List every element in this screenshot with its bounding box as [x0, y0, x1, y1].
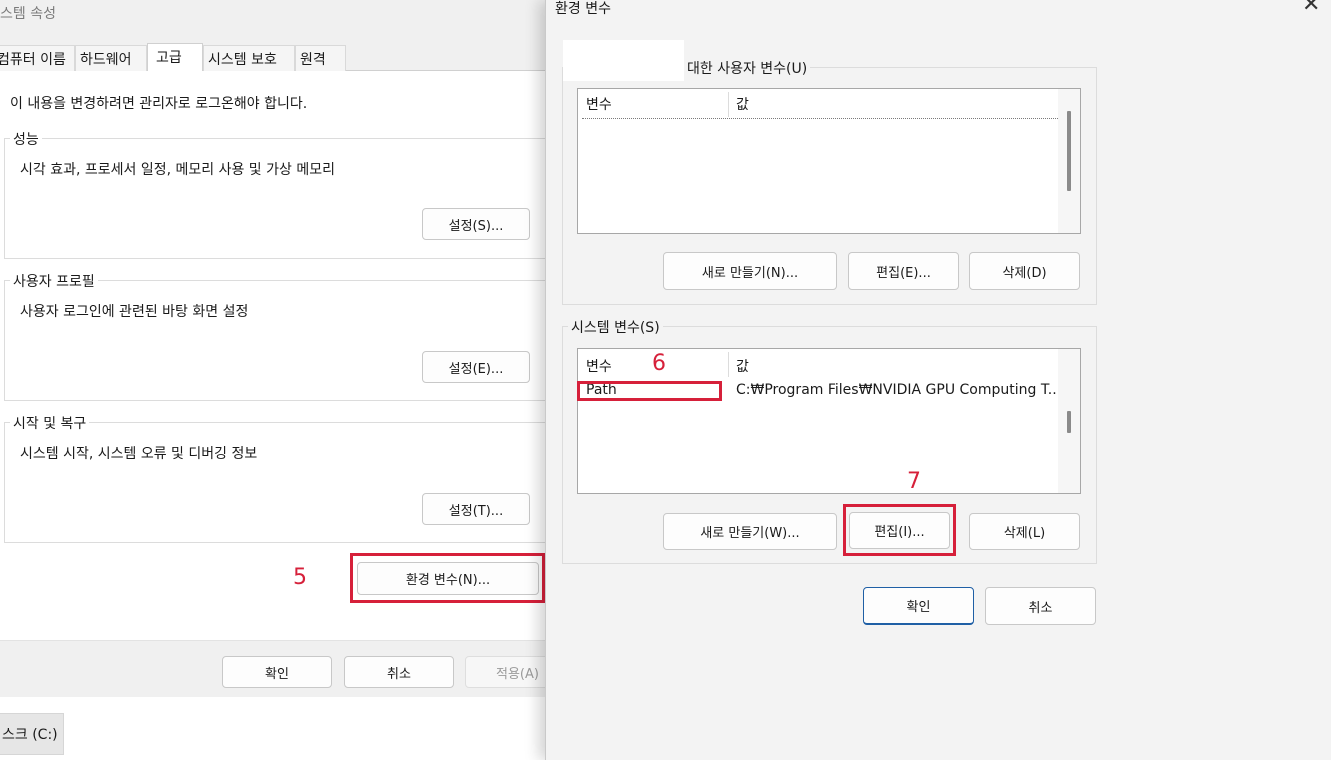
tab-bar: 컴퓨터 이름 하드웨어 고급 시스템 보호 원격: [0, 43, 546, 71]
system-edit-button[interactable]: 편집(I)...: [849, 512, 950, 549]
admin-note: 이 내용을 변경하려면 관리자로 로그온해야 합니다.: [10, 96, 308, 112]
scrollbar[interactable]: [1058, 89, 1080, 233]
step6-highlight: [577, 381, 722, 401]
step7-label: 7: [907, 469, 921, 494]
user-variables-title: 대한 사용자 변수(U): [684, 58, 811, 78]
scrollbar-thumb[interactable]: [1067, 111, 1071, 191]
tab-advanced[interactable]: 고급: [147, 43, 203, 71]
column-header-value[interactable]: 값: [736, 94, 749, 114]
user-variables-list[interactable]: 변수 값: [577, 88, 1081, 234]
performance-group: [4, 138, 546, 259]
tab-hardware[interactable]: 하드웨어: [75, 45, 147, 71]
header-separator: [582, 118, 1058, 119]
cancel-button[interactable]: 취소: [344, 656, 454, 688]
user-profiles-settings-button[interactable]: 설정(E)...: [422, 351, 530, 383]
startup-recovery-group-title: 시작 및 복구: [10, 413, 90, 433]
column-header-value[interactable]: 값: [736, 356, 749, 376]
system-new-button[interactable]: 새로 만들기(W)...: [663, 513, 837, 550]
column-header-variable[interactable]: 변수: [586, 356, 612, 376]
env-cancel-button[interactable]: 취소: [985, 587, 1096, 625]
window-title: 스템 속성: [0, 6, 56, 22]
tab-remote[interactable]: 원격: [295, 45, 346, 71]
performance-group-title: 성능: [10, 129, 42, 149]
ok-button[interactable]: 확인: [222, 656, 332, 688]
user-delete-button[interactable]: 삭제(D): [969, 252, 1080, 290]
close-icon[interactable]: ✕: [1302, 0, 1320, 17]
performance-description: 시각 효과, 프로세서 일정, 메모리 사용 및 가상 메모리: [20, 162, 335, 178]
startup-recovery-settings-button[interactable]: 설정(T)...: [422, 493, 530, 525]
step6-label: 6: [652, 351, 666, 376]
user-profiles-description: 사용자 로그인에 관련된 바탕 화면 설정: [20, 304, 249, 320]
user-edit-button[interactable]: 편집(E)...: [848, 252, 959, 290]
performance-settings-button[interactable]: 설정(S)...: [422, 208, 530, 240]
tab-computer-name[interactable]: 컴퓨터 이름: [0, 45, 75, 71]
tab-system-protection[interactable]: 시스템 보호: [203, 45, 295, 71]
system-variables-title: 시스템 변수(S): [568, 317, 663, 337]
column-divider: [728, 92, 729, 117]
startup-recovery-description: 시스템 시작, 시스템 오류 및 디버깅 정보: [20, 446, 258, 462]
taskbar-drive-c[interactable]: 스크 (C:): [0, 713, 64, 755]
scrollbar[interactable]: [1058, 349, 1080, 493]
dialog-title: 환경 변수: [555, 1, 611, 17]
env-ok-button[interactable]: 확인: [863, 587, 974, 625]
column-divider: [728, 352, 729, 377]
step5-label: 5: [293, 565, 307, 590]
redacted-username: [563, 40, 684, 81]
scrollbar-thumb[interactable]: [1067, 411, 1071, 433]
system-delete-button[interactable]: 삭제(L): [969, 513, 1080, 550]
user-new-button[interactable]: 새로 만들기(N)...: [663, 252, 837, 290]
user-profiles-group-title: 사용자 프로필: [10, 271, 98, 291]
environment-variables-button[interactable]: 환경 변수(N)...: [357, 562, 539, 595]
variable-value-path: C:₩Program Files₩NVIDIA GPU Computing T.…: [736, 382, 1056, 398]
column-header-variable[interactable]: 변수: [586, 94, 612, 114]
